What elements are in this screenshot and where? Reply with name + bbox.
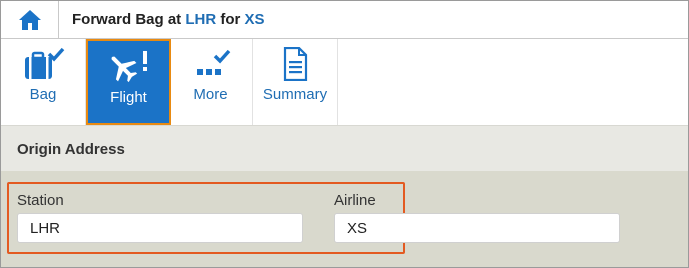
section-title: Origin Address [17,141,125,158]
page-title: Forward Bag at LHR for XS [72,1,265,38]
origin-address-header: Origin Address [1,125,688,171]
title-for: for [220,11,241,28]
airline-field[interactable] [334,213,620,243]
toolbar-divider [337,39,338,125]
title-prefix: Forward Bag at [72,11,182,28]
airplane-alert-icon [111,51,147,83]
tab-flight[interactable]: Flight [86,39,171,125]
home-icon [18,9,41,30]
station-field[interactable] [17,213,303,243]
tab-more-label: More [193,86,228,103]
tab-more[interactable]: More [169,39,252,125]
suitcase-check-icon [25,47,65,79]
title-airline: XS [244,11,265,28]
airline-label: Airline [334,192,376,209]
step-toolbar: Bag Flight More Summary [1,39,688,134]
home-button[interactable] [1,1,59,38]
dots-check-icon [196,49,230,75]
tab-bag[interactable]: Bag [1,39,85,125]
tab-flight-label: Flight [110,89,147,106]
station-label: Station [17,192,64,209]
forward-bag-window: Forward Bag at LHR for XS Bag Flight Mor… [0,0,689,268]
document-icon [283,47,308,81]
tab-bag-label: Bag [29,86,57,103]
header-bar: Forward Bag at LHR for XS [1,1,688,39]
tab-summary[interactable]: Summary [253,39,337,125]
title-station: LHR [185,11,217,28]
tab-summary-label: Summary [262,86,328,103]
origin-address-form: Station Airline [1,171,688,267]
